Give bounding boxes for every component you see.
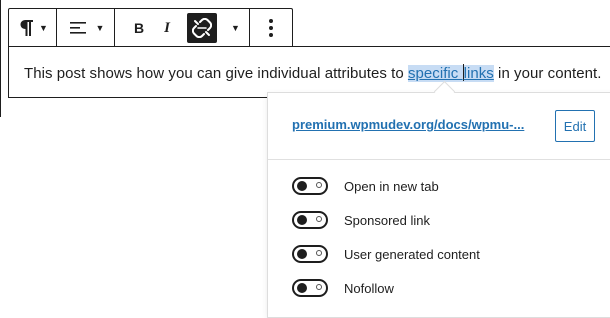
toggle-knob <box>297 215 307 225</box>
italic-button[interactable]: I <box>153 9 181 47</box>
text-before: This post shows how you can give individ… <box>24 65 408 82</box>
more-vertical-icon <box>269 19 273 37</box>
block-type-group: ▼ <box>9 9 57 47</box>
paragraph-button[interactable]: ▼ <box>15 9 53 47</box>
option-ugc: User generated content <box>292 245 480 263</box>
options-group <box>250 9 292 47</box>
open-new-tab-label: Open in new tab <box>344 178 439 194</box>
sponsored-label: Sponsored link <box>344 212 430 228</box>
paragraph-block[interactable]: This post shows how you can give individ… <box>8 46 610 98</box>
toggle-off-indicator <box>316 250 322 256</box>
open-new-tab-toggle[interactable] <box>292 177 328 195</box>
option-nofollow: Nofollow <box>292 279 394 297</box>
option-sponsored: Sponsored link <box>292 211 430 229</box>
popover-divider <box>268 159 610 160</box>
unlink-button[interactable] <box>187 13 217 43</box>
toggle-knob <box>297 181 307 191</box>
align-button[interactable]: ▼ <box>67 9 107 47</box>
more-options-chevron-icon[interactable]: ▼ <box>231 23 240 33</box>
chevron-down-icon: ▼ <box>95 22 105 33</box>
bold-button[interactable]: B <box>125 9 153 47</box>
toggle-off-indicator <box>316 216 322 222</box>
block-toolbar: ▼ ▼ B I ▼ <box>8 8 293 47</box>
text-after: in your content. <box>493 65 602 82</box>
toggle-off-indicator <box>316 182 322 188</box>
edit-link-button[interactable]: Edit <box>555 110 595 142</box>
ugc-label: User generated content <box>344 246 480 262</box>
paragraph-text[interactable]: This post shows how you can give individ… <box>24 64 601 82</box>
link-text-part2: links <box>463 65 494 82</box>
pilcrow-icon <box>20 20 34 36</box>
more-options-button[interactable] <box>253 9 289 47</box>
editor-left-border <box>0 0 1 117</box>
nofollow-label: Nofollow <box>344 280 394 296</box>
nofollow-toggle[interactable] <box>292 279 328 297</box>
toggle-knob <box>297 283 307 293</box>
chevron-down-icon: ▼ <box>39 22 48 33</box>
toggle-off-indicator <box>316 284 322 290</box>
format-group: B I ▼ <box>115 9 250 47</box>
link-popover: premium.wpmudev.org/docs/wpmu-... Edit O… <box>267 92 610 318</box>
alignment-group: ▼ <box>57 9 115 47</box>
sponsored-toggle[interactable] <box>292 211 328 229</box>
ugc-toggle[interactable] <box>292 245 328 263</box>
unlink-icon <box>192 18 212 38</box>
toggle-knob <box>297 249 307 259</box>
option-open-new-tab: Open in new tab <box>292 177 439 195</box>
link-text-part1: specific <box>407 65 463 82</box>
align-left-icon <box>69 22 86 34</box>
selected-link[interactable]: specific links <box>407 64 494 82</box>
link-url[interactable]: premium.wpmudev.org/docs/wpmu-... <box>292 117 524 132</box>
